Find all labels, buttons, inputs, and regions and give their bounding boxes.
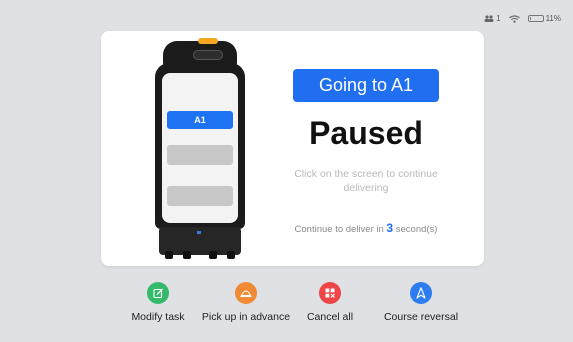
edit-icon [147,282,169,304]
user-status: 1 [484,14,501,23]
battery-status: 11% [527,14,561,23]
wifi-icon [508,14,520,23]
pick-up-in-advance-label: Pick up in advance [201,311,291,323]
robot-tray-slot [167,186,233,206]
cancel-all-button[interactable]: Cancel all [285,282,375,324]
action-bar: Modify task Pick up in advance Cancel al… [0,282,573,342]
user-count: 1 [496,14,501,23]
cancel-all-label: Cancel all [306,311,354,323]
navigation-icon [410,282,432,304]
pick-up-in-advance-button[interactable]: Pick up in advance [201,282,291,324]
destination-badge: Going to A1 [293,69,439,102]
paused-title: Paused [309,115,423,151]
robot-base [159,227,241,259]
countdown-prefix: Continue to deliver in [294,224,387,235]
robot-illustration: A1 [155,38,245,259]
robot-task-chip: A1 [167,111,233,129]
robot-wheel [183,251,191,259]
robot-eye [193,50,223,60]
robot-wheel [227,251,235,259]
robot-wheel [209,251,217,259]
robot-wheel [165,251,173,259]
modify-task-button[interactable]: Modify task [113,282,203,324]
paused-dialog[interactable]: A1 Going to A1 Paused Click on the scree… [101,31,484,266]
modify-task-label: Modify task [131,311,185,323]
cancel-grid-icon [319,282,341,304]
robot-screen: A1 [162,73,238,223]
status-bar: 1 11% [484,14,561,23]
continue-hint: Click on the screen to continue deliveri… [294,168,438,194]
robot-tray-slot [167,145,233,165]
battery-icon [527,15,544,22]
course-reversal-button[interactable]: Course reversal [376,282,466,324]
robot-body: A1 [155,63,245,229]
countdown-suffix: second(s) [393,224,438,235]
robot-base-light [197,231,201,234]
course-reversal-label: Course reversal [383,311,459,323]
countdown-text: Continue to deliver in 3 second(s) [266,221,466,235]
cloche-icon [235,282,257,304]
battery-percent: 11% [545,14,561,23]
users-icon [484,15,494,22]
battery-level-fill [529,17,531,20]
robot-top-light [198,38,218,44]
